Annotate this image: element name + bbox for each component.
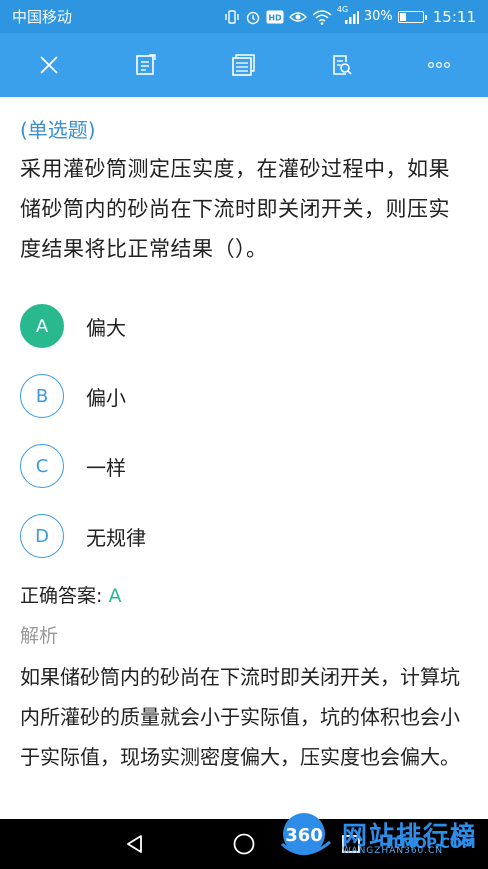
watermark: 360 网站排行榜 ITMOP.COM WANGZHAN360.CN xyxy=(278,812,488,869)
back-triangle-icon xyxy=(127,835,142,853)
close-button[interactable] xyxy=(19,40,79,90)
battery-percent: 30% xyxy=(363,9,393,24)
correct-answer: 正确答案: A xyxy=(20,579,468,613)
hd-icon: HD xyxy=(266,9,284,25)
watermark-url: WANGZHAN360.CN xyxy=(342,846,444,856)
home-button[interactable] xyxy=(229,829,259,859)
signal-icon: 4G xyxy=(337,5,359,25)
note-button[interactable] xyxy=(116,40,176,90)
question-content: (单选题) 采用灌砂筒测定压实度，在灌砂过程中，如果储砂筒内的砂尚在下流时即关闭… xyxy=(0,97,488,819)
wifi-icon xyxy=(312,9,332,25)
battery-icon xyxy=(397,10,427,23)
card-icon xyxy=(232,54,255,76)
note-icon xyxy=(136,54,157,75)
option-text: 偏大 xyxy=(86,315,126,340)
options-list: A 偏大 B 偏小 C 一样 D 无规律 xyxy=(20,291,468,571)
answer-card-button[interactable] xyxy=(214,40,274,90)
carrier-name: 中国移动 xyxy=(12,8,73,26)
search-doc-icon xyxy=(332,55,352,75)
more-icon xyxy=(428,61,451,69)
option-letter: B xyxy=(20,374,64,418)
clock: 15:11 xyxy=(432,7,476,26)
home-circle-icon xyxy=(233,833,255,855)
answer-label: 正确答案: xyxy=(20,585,109,607)
network-type: 4G xyxy=(336,4,349,14)
status-bar: 中国移动 HD 4G 30% 15:11 xyxy=(0,0,488,33)
option-a[interactable]: A 偏大 xyxy=(20,291,468,361)
vibrate-icon xyxy=(224,9,240,25)
more-button[interactable] xyxy=(409,40,469,90)
battery-level xyxy=(399,12,406,21)
option-letter: D xyxy=(20,514,64,558)
analysis-title: 解析 xyxy=(20,625,59,647)
close-icon xyxy=(40,56,58,74)
alarm-icon xyxy=(245,9,261,25)
option-text: 偏小 xyxy=(86,385,126,410)
answer-value: A xyxy=(108,585,122,607)
option-c[interactable]: C 一样 xyxy=(20,431,468,501)
analysis-text: 如果储砂筒内的砂尚在下流时即关闭开关，计算坑内所灌砂的质量就会小于实际值，坑的体… xyxy=(20,665,460,769)
question-text: 采用灌砂筒测定压实度，在灌砂过程中，如果储砂筒内的砂尚在下流时即关闭开关，则压实… xyxy=(20,157,450,261)
360-logo-icon: 360 xyxy=(280,813,331,855)
option-letter: C xyxy=(20,444,64,488)
option-letter: A xyxy=(20,304,64,348)
status-icons: HD 4G 30% 15:11 xyxy=(224,5,476,26)
option-d[interactable]: D 无规律 xyxy=(20,501,468,571)
option-b[interactable]: B 偏小 xyxy=(20,361,468,431)
search-doc-button[interactable] xyxy=(312,40,372,90)
option-text: 一样 xyxy=(86,455,126,480)
svg-text:HD: HD xyxy=(268,13,282,22)
question-type: (单选题) xyxy=(20,118,96,142)
option-text: 无规律 xyxy=(86,525,146,550)
back-button[interactable] xyxy=(120,829,150,859)
logo-text: 360 xyxy=(285,825,323,846)
toolbar xyxy=(0,33,488,97)
eye-icon xyxy=(288,9,307,25)
